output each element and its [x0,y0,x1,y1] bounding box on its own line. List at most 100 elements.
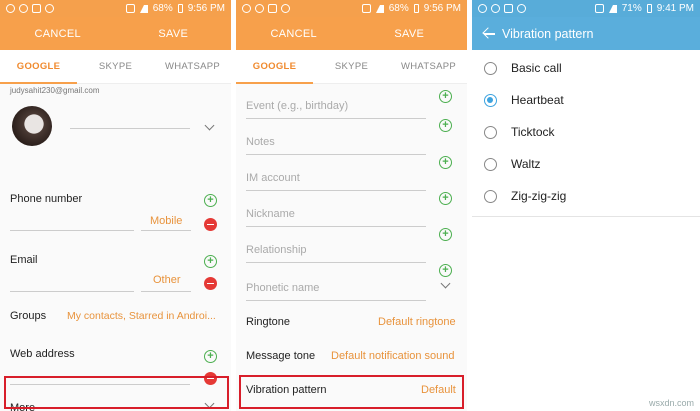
phone-type-select[interactable]: Mobile [150,215,182,227]
vibration-header: Vibration pattern [472,17,700,50]
account-email: judysahit230@gmail.com [10,86,100,95]
im-account-input[interactable]: IM account [246,172,300,184]
battery-percent: 71% [621,3,642,14]
add-event-icon[interactable]: + [439,119,452,132]
signal-icon [608,4,617,13]
contact-form: judysahit230@gmail.com Phone number + Mo… [0,84,231,411]
message-tone-label: Message tone [246,350,316,362]
notification-icon [478,4,487,13]
notification-icon [281,4,290,13]
chevron-down-icon[interactable] [204,120,215,131]
vibration-highlight-box [239,375,464,409]
option-ticktock[interactable]: Ticktock [472,116,700,148]
app-icon [268,4,277,13]
relationship-input[interactable]: Relationship [246,244,307,256]
cancel-button[interactable]: CANCEL [236,28,352,40]
phone-label: Phone number [10,193,83,205]
mute-icon [125,4,135,13]
remove-phone-icon[interactable] [204,218,217,231]
edit-contact-screen: 68% 9:56 PM CANCEL SAVE GOOGLE SKYPE WHA… [0,0,231,411]
tab-whatsapp[interactable]: WHATSAPP [154,50,231,84]
groups-select[interactable]: My contacts, Starred in Androi... [67,310,227,322]
mute-icon [361,4,371,13]
action-bar: CANCEL SAVE [236,17,467,50]
name-field[interactable] [70,128,190,129]
radio-selected-icon[interactable] [484,93,497,107]
battery-icon [177,4,183,13]
back-arrow-icon[interactable] [472,17,502,50]
notification-icon [517,4,526,13]
option-label: Heartbeat [511,93,564,107]
nickname-input[interactable]: Nickname [246,208,295,220]
vibration-pattern-screen: 71% 9:41 PM Vibration pattern Basic call… [472,0,700,411]
notification-icon [255,4,264,13]
more-highlight-box [4,376,229,409]
battery-icon [413,4,419,13]
radio-icon[interactable] [484,157,497,171]
ringtone-select[interactable]: Default ringtone [378,316,456,328]
phone-input[interactable] [10,230,134,231]
watermark: wsxdn.com [648,398,694,408]
option-label: Ticktock [511,125,555,139]
radio-icon[interactable] [484,61,497,75]
tab-whatsapp[interactable]: WHATSAPP [390,50,467,84]
add-field-icon[interactable]: + [439,90,452,103]
option-basic-call[interactable]: Basic call [472,52,700,84]
option-zig-zig-zig[interactable]: Zig-zig-zig [472,180,700,212]
add-im-account-icon[interactable]: + [439,192,452,205]
signal-icon [375,4,384,13]
clock: 9:56 PM [423,3,461,14]
email-input[interactable] [10,291,134,292]
add-web-address-icon[interactable]: + [204,350,217,363]
add-notes-icon[interactable]: + [439,156,452,169]
message-tone-select[interactable]: Default notification sound [331,350,455,362]
groups-label: Groups [10,310,47,322]
tab-skype[interactable]: SKYPE [313,50,390,84]
status-bar: 71% 9:41 PM [472,0,700,17]
email-type-select[interactable]: Other [153,274,181,286]
add-email-icon[interactable]: + [204,255,217,268]
phonetic-name-input[interactable]: Phonetic name [246,282,319,294]
radio-icon[interactable] [484,125,497,139]
option-label: Waltz [511,157,541,171]
page-title: Vibration pattern [502,26,594,41]
email-label: Email [10,254,38,266]
battery-percent: 68% [152,3,173,14]
ringtone-label: Ringtone [246,316,291,328]
save-button[interactable]: SAVE [116,28,232,40]
clock: 9:41 PM [656,3,694,14]
cancel-button[interactable]: CANCEL [0,28,116,40]
option-label: Basic call [511,61,562,75]
notification-icon [19,4,28,13]
radio-icon[interactable] [484,189,497,203]
add-relationship-icon[interactable]: + [439,264,452,277]
event-input[interactable]: Event (e.g., birthday) [246,100,348,112]
app-icon [504,4,513,13]
vibration-options-list: Basic call Heartbeat Ticktock Waltz Zig-… [472,50,700,217]
account-tabs: GOOGLE SKYPE WHATSAPP [0,50,231,84]
status-bar: 68% 9:56 PM [0,0,231,17]
phone-type-underline [141,230,191,231]
signal-icon [139,4,148,13]
whatsapp-icon [242,4,251,13]
web-address-label: Web address [10,348,75,360]
remove-email-icon[interactable] [204,277,217,290]
add-phone-icon[interactable]: + [204,194,217,207]
whatsapp-icon [6,4,15,13]
save-button[interactable]: SAVE [352,28,468,40]
option-label: Zig-zig-zig [511,189,567,203]
account-tabs: GOOGLE SKYPE WHATSAPP [236,50,467,84]
add-nickname-icon[interactable]: + [439,228,452,241]
email-type-underline [141,291,191,292]
chevron-down-icon[interactable] [440,278,451,289]
tab-google[interactable]: GOOGLE [0,50,77,84]
clock: 9:56 PM [187,3,225,14]
tab-skype[interactable]: SKYPE [77,50,154,84]
option-heartbeat[interactable]: Heartbeat [472,84,700,116]
option-waltz[interactable]: Waltz [472,148,700,180]
app-icon [32,4,41,13]
avatar[interactable] [12,106,52,146]
tab-google[interactable]: GOOGLE [236,50,313,84]
battery-icon [646,4,652,13]
notes-input[interactable]: Notes [246,136,275,148]
